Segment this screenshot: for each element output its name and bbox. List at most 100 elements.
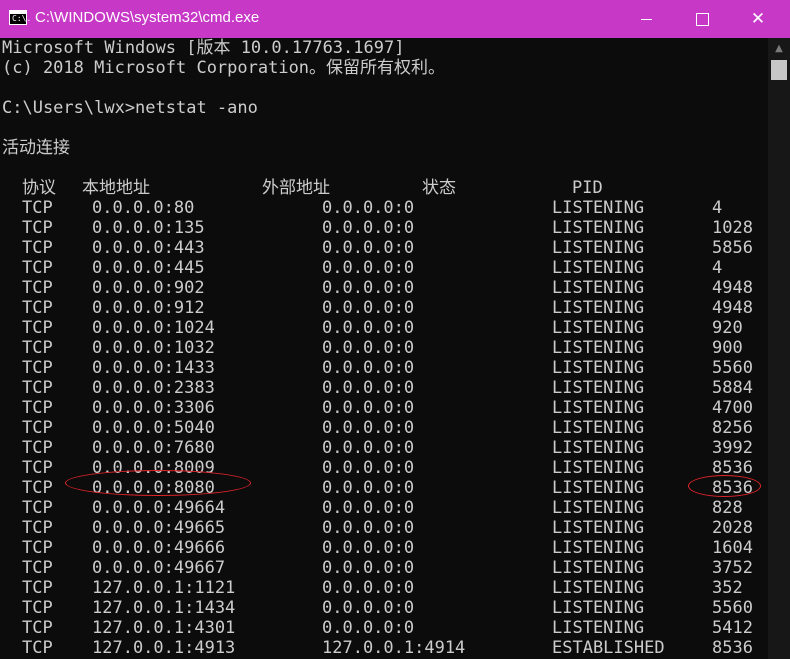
row-proto: TCP [22,278,53,298]
row-local: 0.0.0.0:445 [92,258,205,278]
row-state: LISTENING [552,378,645,398]
row-state: LISTENING [552,558,645,578]
row-proto: TCP [22,418,53,438]
row-proto: TCP [22,358,53,378]
row-local: 0.0.0.0:1433 [92,358,215,378]
row-foreign: 0.0.0.0:0 [322,518,415,538]
row-pid: 828 [712,498,743,518]
row-local: 0.0.0.0:1024 [92,318,215,338]
row-pid: 4 [712,258,723,278]
cmd-app-icon[interactable]: C:\. [9,10,31,25]
row-state: LISTENING [552,418,645,438]
row-state: LISTENING [552,478,645,498]
row-state: LISTENING [552,258,645,278]
row-local: 0.0.0.0:49667 [92,558,226,578]
row-foreign: 0.0.0.0:0 [322,278,415,298]
console-output[interactable]: Microsoft Windows [版本 10.0.17763.1697] (… [0,38,768,659]
minimize-button[interactable] [618,0,674,38]
row-foreign: 0.0.0.0:0 [322,198,415,218]
row-proto: TCP [22,258,53,278]
row-pid: 2028 [712,518,753,538]
row-foreign: 0.0.0.0:0 [322,478,415,498]
row-foreign: 0.0.0.0:0 [322,498,415,518]
row-pid: 920 [712,318,743,338]
row-pid: 8536 [712,478,753,498]
row-pid: 1028 [712,218,753,238]
row-foreign: 0.0.0.0:0 [322,558,415,578]
row-state: LISTENING [552,218,645,238]
row-proto: TCP [22,298,53,318]
row-pid: 4948 [712,278,753,298]
row-proto: TCP [22,478,53,498]
row-local: 0.0.0.0:5040 [92,418,215,438]
row-pid: 5884 [712,378,753,398]
row-pid: 8536 [712,458,753,478]
row-local: 0.0.0.0:8080 [92,478,215,498]
window-title: C:\WINDOWS\system32\cmd.exe [35,9,260,26]
header-pid: PID [572,178,603,198]
row-pid: 8256 [712,418,753,438]
row-pid: 3752 [712,558,753,578]
row-state: LISTENING [552,458,645,478]
row-local: 0.0.0.0:49666 [92,538,226,558]
header-foreign: 外部地址 [262,178,330,198]
banner-copyright: (c) 2018 Microsoft Corporation。保留所有权利。 [2,58,446,78]
row-proto: TCP [22,618,53,638]
scroll-up-arrow-icon[interactable]: ▲ [768,38,790,58]
row-local: 0.0.0.0:7680 [92,438,215,458]
maximize-icon [695,12,709,26]
row-foreign: 0.0.0.0:0 [322,238,415,258]
row-foreign: 0.0.0.0:0 [322,458,415,478]
row-state: LISTENING [552,298,645,318]
row-local: 0.0.0.0:3306 [92,398,215,418]
maximize-button[interactable] [674,0,730,38]
row-pid: 4948 [712,298,753,318]
row-local: 0.0.0.0:80 [92,198,195,218]
row-state: LISTENING [552,538,645,558]
row-proto: TCP [22,398,53,418]
header-proto: 协议 [22,178,56,198]
row-state: LISTENING [552,318,645,338]
vertical-scrollbar[interactable]: ▲ [768,38,790,659]
row-local: 0.0.0.0:912 [92,298,205,318]
row-foreign: 0.0.0.0:0 [322,318,415,338]
row-proto: TCP [22,378,53,398]
row-state: LISTENING [552,358,645,378]
row-pid: 4700 [712,398,753,418]
scroll-thumb[interactable] [771,60,787,80]
row-pid: 352 [712,578,743,598]
row-pid: 900 [712,338,743,358]
row-local: 0.0.0.0:1032 [92,338,215,358]
row-state: LISTENING [552,398,645,418]
row-proto: TCP [22,598,53,618]
row-proto: TCP [22,578,53,598]
row-state: LISTENING [552,578,645,598]
row-foreign: 0.0.0.0:0 [322,258,415,278]
row-pid: 5560 [712,358,753,378]
row-proto: TCP [22,218,53,238]
row-foreign: 0.0.0.0:0 [322,598,415,618]
title-bar[interactable]: C:\. C:\WINDOWS\system32\cmd.exe ✕ [0,0,790,38]
close-button[interactable]: ✕ [730,0,786,38]
row-local: 127.0.0.1:4301 [92,618,236,638]
row-proto: TCP [22,498,53,518]
row-proto: TCP [22,438,53,458]
row-proto: TCP [22,538,53,558]
row-foreign: 0.0.0.0:0 [322,438,415,458]
row-state: LISTENING [552,238,645,258]
row-local: 0.0.0.0:8009 [92,458,215,478]
row-local: 127.0.0.1:1434 [92,598,236,618]
row-pid: 3992 [712,438,753,458]
row-proto: TCP [22,238,53,258]
row-local: 0.0.0.0:49664 [92,498,226,518]
row-foreign: 0.0.0.0:0 [322,538,415,558]
row-state: LISTENING [552,518,645,538]
row-state: LISTENING [552,438,645,458]
row-foreign: 0.0.0.0:0 [322,398,415,418]
row-proto: TCP [22,338,53,358]
row-local: 0.0.0.0:135 [92,218,205,238]
row-state: ESTABLISHED [552,638,665,658]
close-icon: ✕ [750,9,766,29]
row-foreign: 0.0.0.0:0 [322,358,415,378]
row-state: LISTENING [552,598,645,618]
